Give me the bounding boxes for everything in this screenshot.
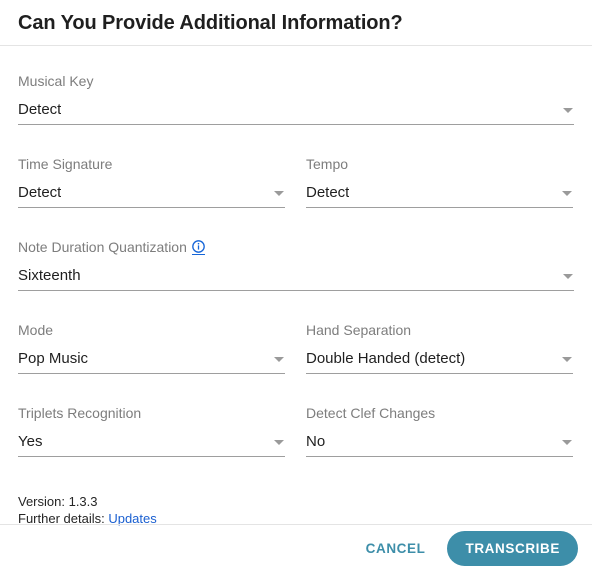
field-label-time-signature: Time Signature [18,155,285,173]
field-value-time-signature: Detect [18,184,62,201]
version-number: Version: 1.3.3 [18,494,98,509]
field-label-text: Hand Separation [306,322,412,338]
select-musical-key[interactable]: Detect [18,100,574,125]
info-icon[interactable] [191,239,205,255]
select-triplets-recognition[interactable]: Yes [18,432,285,457]
select-detect-clef-changes[interactable]: No [306,432,573,457]
field-label-mode: Mode [18,321,285,339]
dialog-footer: CANCEL TRANSCRIBE [0,524,592,572]
field-hand-separation[interactable]: Hand Separation Double Handed (detect) [306,313,573,380]
field-value-tempo: Detect [306,184,350,201]
transcribe-button[interactable]: TRANSCRIBE [447,531,578,566]
dialog-body: Musical Key Detect Time Signature Detect… [0,46,592,527]
chevron-down-icon[interactable] [563,108,573,113]
field-tempo[interactable]: Tempo Detect [306,147,573,214]
field-value-hand-separation: Double Handed (detect) [306,350,466,367]
field-mode[interactable]: Mode Pop Music [18,313,285,380]
chevron-down-icon[interactable] [563,274,573,279]
field-note-duration-quantization[interactable]: Note Duration Quantization Sixteenth [18,230,574,297]
field-label-clef-changes: Detect Clef Changes [306,404,573,422]
field-row-musical-key: Musical Key Detect [18,64,574,147]
field-musical-key[interactable]: Musical Key Detect [18,64,574,131]
field-value-clef-changes: No [306,433,326,450]
field-label-hand-separation: Hand Separation [306,321,573,339]
field-label-text: Mode [18,322,54,338]
field-label-text: Musical Key [18,73,94,89]
field-value-musical-key: Detect [18,101,62,118]
select-note-duration-quantization[interactable]: Sixteenth [18,266,574,291]
chevron-down-icon[interactable] [274,440,284,445]
cancel-button[interactable]: CANCEL [356,533,436,564]
select-hand-separation[interactable]: Double Handed (detect) [306,349,573,374]
field-value-triplets: Yes [18,433,43,450]
field-row-mode-hand: Mode Pop Music Hand Separation Double Ha… [18,313,574,396]
field-row-quantization: Note Duration Quantization Sixteenth [18,230,574,313]
chevron-down-icon[interactable] [562,440,572,445]
field-value-mode: Pop Music [18,350,89,367]
select-mode[interactable]: Pop Music [18,349,285,374]
field-label-text: Note Duration Quantization [18,239,187,255]
field-label-tempo: Tempo [306,155,573,173]
chevron-down-icon[interactable] [274,191,284,196]
field-label-text: Triplets Recognition [18,405,142,421]
field-time-signature[interactable]: Time Signature Detect [18,147,285,214]
select-time-signature[interactable]: Detect [18,183,285,208]
field-label-quantization: Note Duration Quantization [18,238,574,256]
field-row-triplets-clef: Triplets Recognition Yes Detect Clef Cha… [18,396,574,479]
field-label-triplets: Triplets Recognition [18,404,285,422]
version-info: Version: 1.3.3 Further details: Updates [18,493,574,527]
page-title: Can You Provide Additional Information? [18,11,403,34]
field-detect-clef-changes[interactable]: Detect Clef Changes No [306,396,573,463]
field-label-text: Time Signature [18,156,113,172]
field-label-musical-key: Musical Key [18,72,574,90]
field-row-time-tempo: Time Signature Detect Tempo Detect [18,147,574,230]
field-triplets-recognition[interactable]: Triplets Recognition Yes [18,396,285,463]
field-value-quantization: Sixteenth [18,267,81,284]
select-tempo[interactable]: Detect [306,183,573,208]
chevron-down-icon[interactable] [562,357,572,362]
chevron-down-icon[interactable] [562,191,572,196]
field-label-text: Detect Clef Changes [306,405,436,421]
chevron-down-icon[interactable] [274,357,284,362]
dialog-header: Can You Provide Additional Information? [0,0,592,46]
field-label-text: Tempo [306,156,349,172]
